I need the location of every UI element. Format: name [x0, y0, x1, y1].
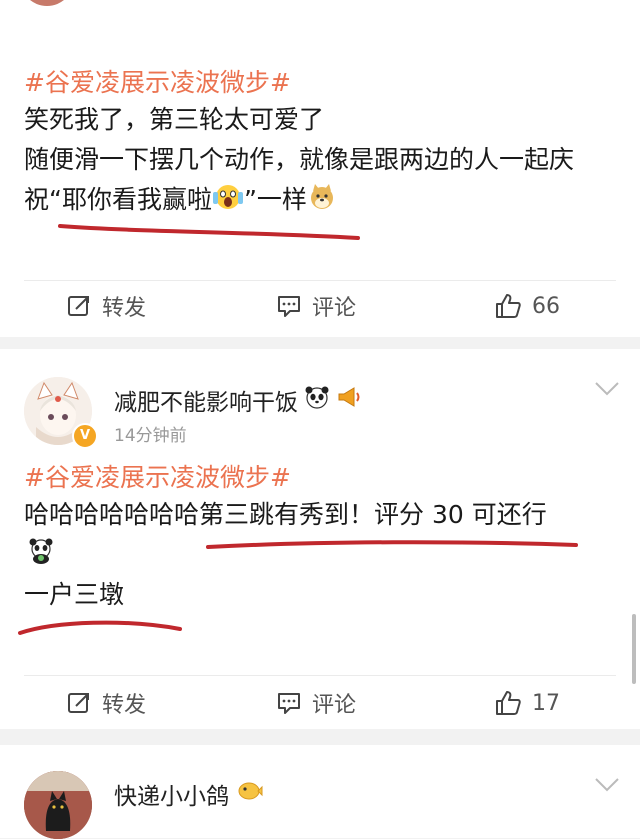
post-text-line: 随便滑一下摆几个动作，就像是跟两边的人一起庆 [24, 145, 575, 174]
post-card-1: #谷爱凌展示凌波微步# 笑死我了，第三轮太可爱了 随便滑一下摆几个动作，就像是跟… [0, 0, 640, 337]
red-underline-annotation [18, 620, 182, 635]
like-button[interactable]: 66 [494, 292, 560, 320]
username-text: 减肥不能影响干饭 [114, 390, 298, 416]
username[interactable]: 快递小小鸽 [114, 777, 263, 811]
panda-emoji-icon [26, 537, 56, 569]
like-count: 17 [532, 690, 560, 716]
username[interactable]: 减肥不能影响干饭 [114, 383, 362, 417]
repost-button[interactable]: 转发 [66, 290, 146, 322]
post-text-line: 祝“耶你看我赢啦 ”一样 [24, 180, 337, 224]
red-underline-annotation [206, 540, 578, 549]
like-count: 66 [532, 293, 560, 319]
panda-emoji-icon [304, 385, 330, 415]
chevron-down-icon[interactable] [594, 777, 620, 793]
post-card-3: 快递小小鸽 [0, 745, 640, 839]
comment-button[interactable]: 评论 [276, 290, 356, 322]
comment-label: 评论 [312, 693, 357, 718]
comment-label: 评论 [312, 296, 357, 321]
post-text-line: 哈哈哈哈哈哈哈第三跳有秀到！评分 30 可还行 [24, 500, 547, 529]
card-divider [24, 675, 616, 676]
repost-icon [66, 690, 92, 716]
avatar[interactable] [24, 771, 92, 839]
username-text: 快递小小鸽 [114, 784, 229, 810]
post-time: 14分钟前 [114, 426, 187, 446]
comment-icon [276, 690, 302, 716]
post-text-segment: ”一样 [243, 185, 307, 214]
scrollbar[interactable] [632, 614, 636, 684]
megaphone-emoji-icon [336, 385, 362, 415]
post-text-line: 笑死我了，第三轮太可爱了 [24, 105, 325, 134]
repost-label: 转发 [102, 693, 147, 718]
post-hashtag[interactable]: #谷爱凌展示凌波微步# [24, 461, 291, 495]
comment-icon [276, 293, 302, 319]
doge-emoji-icon [307, 182, 337, 224]
chevron-down-icon[interactable] [594, 381, 620, 397]
comment-button[interactable]: 评论 [276, 687, 356, 719]
thumbs-up-icon [494, 689, 522, 717]
repost-button[interactable]: 转发 [66, 687, 146, 719]
thumbs-up-icon [494, 292, 522, 320]
cut-avatar-fragment [20, 0, 74, 6]
pufferfish-emoji-icon [235, 779, 263, 809]
post-card-2: V 减肥不能影响干饭 14分钟前 #谷爱凌展示凌波微步# 哈哈哈哈哈哈哈第三跳有… [0, 349, 640, 729]
post-hashtag[interactable]: #谷爱凌展示凌波微步# [24, 66, 291, 100]
post-text-line: 一户三墩 [24, 580, 125, 609]
repost-label: 转发 [102, 296, 147, 321]
post-actions: 转发 评论 66 [0, 286, 640, 326]
screaming-face-emoji-icon [212, 182, 244, 224]
post-actions: 转发 评论 17 [0, 683, 640, 723]
card-divider [24, 280, 616, 281]
repost-icon [66, 293, 92, 319]
verified-badge-icon: V [72, 423, 98, 449]
post-text-segment: 祝“耶你看我赢啦 [24, 185, 212, 214]
like-button[interactable]: 17 [494, 689, 560, 717]
